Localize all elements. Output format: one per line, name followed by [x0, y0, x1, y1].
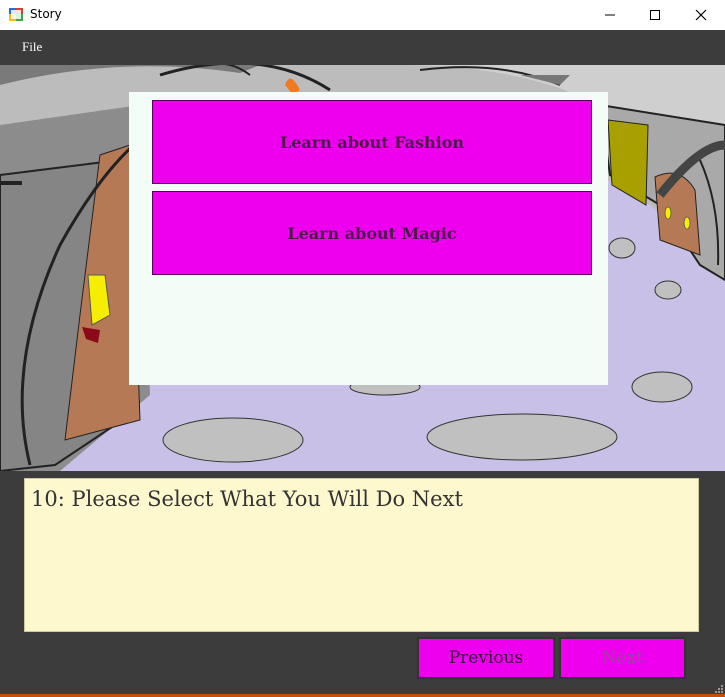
learn-magic-button[interactable]: Learn about Magic	[152, 191, 592, 275]
resize-grip-icon[interactable]	[713, 683, 723, 693]
title-bar: Story	[0, 0, 725, 30]
minimize-icon	[605, 14, 615, 16]
menu-file[interactable]: File	[22, 39, 42, 55]
story-text-box[interactable]: 10: Please Select What You Will Do Next	[24, 478, 699, 632]
maximize-icon	[650, 10, 660, 20]
next-button[interactable]: Next	[559, 637, 686, 679]
minimize-button[interactable]	[587, 0, 633, 30]
window-title: Story	[30, 7, 62, 21]
story-text: 10: Please Select What You Will Do Next	[31, 487, 463, 511]
menu-bar: File	[0, 30, 725, 65]
maximize-button[interactable]	[632, 0, 678, 30]
close-button[interactable]	[678, 0, 724, 30]
app-icon	[9, 8, 23, 21]
close-icon	[695, 9, 707, 21]
learn-fashion-button[interactable]: Learn about Fashion	[152, 100, 592, 184]
previous-button[interactable]: Previous	[417, 637, 555, 679]
